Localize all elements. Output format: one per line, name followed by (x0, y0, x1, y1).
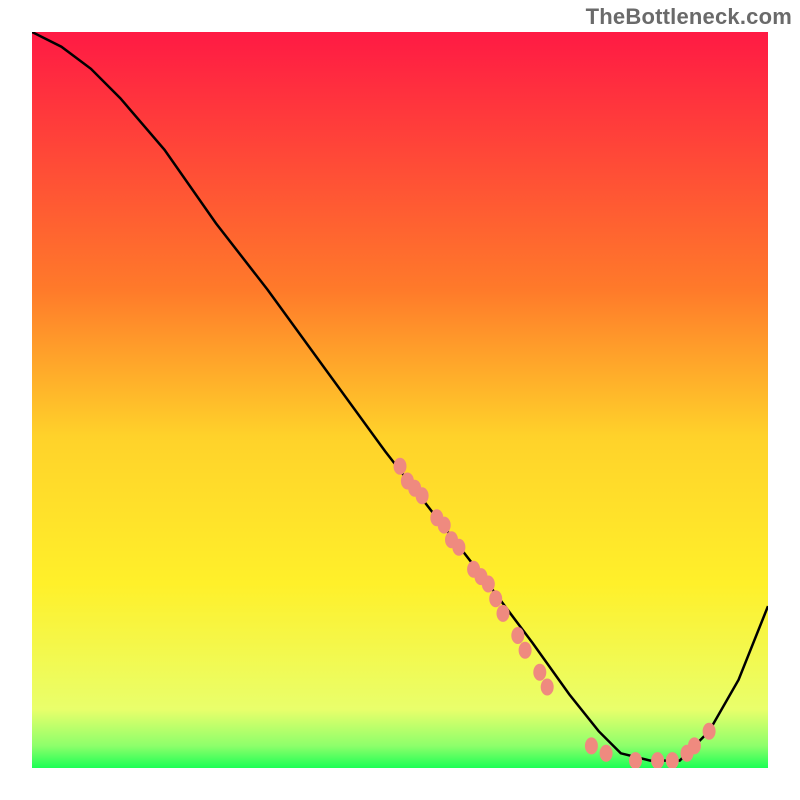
watermark-text: TheBottleneck.com (586, 4, 792, 30)
data-point (629, 752, 642, 769)
data-point (489, 590, 502, 607)
data-point (452, 539, 465, 556)
data-point (482, 576, 495, 593)
data-point (497, 605, 510, 622)
data-point (585, 737, 598, 754)
data-point (703, 723, 716, 740)
data-point (541, 679, 554, 696)
data-point (438, 517, 451, 534)
data-point (688, 737, 701, 754)
plot-svg (0, 0, 800, 800)
data-point (651, 752, 664, 769)
data-point (600, 745, 613, 762)
data-point (666, 752, 679, 769)
data-point (511, 627, 524, 644)
chart-canvas: TheBottleneck.com (0, 0, 800, 800)
gradient-background (32, 32, 768, 768)
data-point (394, 458, 407, 475)
data-point (519, 642, 532, 659)
data-point (416, 487, 429, 504)
data-point (533, 664, 546, 681)
